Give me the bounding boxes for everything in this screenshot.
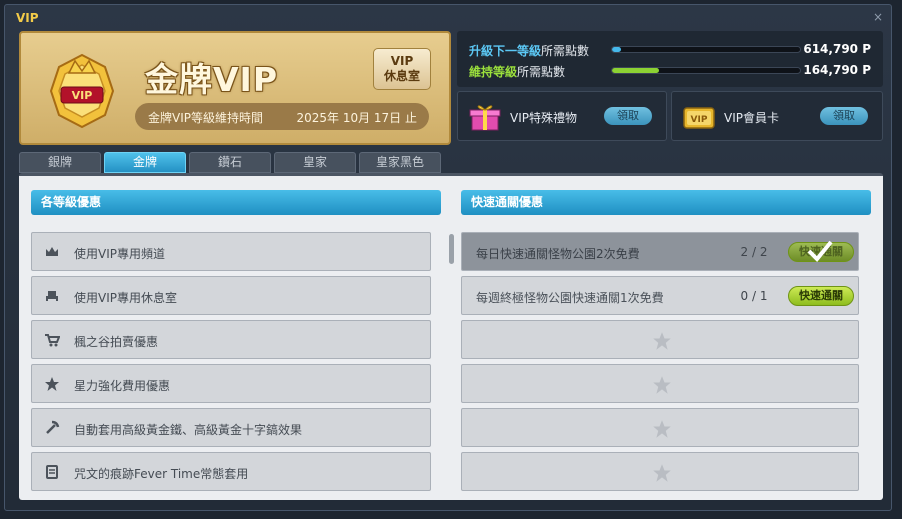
- window-title: VIP: [16, 11, 39, 25]
- tab-royal[interactable]: 皇家: [274, 152, 356, 173]
- gift-box-icon: [469, 105, 501, 131]
- star-placeholder-icon: [653, 332, 671, 350]
- tier-title: 金牌VIP: [145, 60, 279, 99]
- cart-icon: [45, 334, 60, 347]
- star-placeholder-icon: [653, 420, 671, 438]
- empty-slot: [461, 364, 859, 403]
- upgrade-points-row: 升級下一等級所需點數 614,790 P: [469, 42, 871, 58]
- fast-clear-count: 0 / 1: [740, 289, 768, 303]
- maintain-progress-bar: [611, 67, 801, 74]
- upgrade-label-rest: 所需點數: [541, 44, 590, 58]
- benefit-label: 咒文的痕跡Fever Time常態套用: [74, 467, 249, 481]
- fast-clear-row: 每週終極怪物公園快速通關1次免費 0 / 1 快速通關: [461, 276, 859, 315]
- upgrade-progress-fill: [612, 47, 622, 52]
- claim-card-button[interactable]: 領取: [820, 107, 868, 125]
- check-icon: [807, 240, 833, 262]
- tab-gold[interactable]: 金牌: [104, 152, 186, 173]
- star-icon: [45, 377, 59, 391]
- vip-card-label: VIP會員卡: [724, 111, 779, 125]
- lounge-button-line1: VIP: [390, 54, 414, 68]
- maintain-label-rest: 所需點數: [517, 65, 566, 79]
- benefit-label: 自動套用高級黃金鐵、高級黃金十字鎬效果: [74, 423, 303, 437]
- benefit-item: 咒文的痕跡Fever Time常態套用: [31, 452, 431, 491]
- benefit-item: 使用VIP專用休息室: [31, 276, 431, 315]
- benefits-scrollbar[interactable]: [449, 234, 454, 264]
- tier-benefits-header: 各等級優惠: [31, 190, 441, 215]
- lounge-button-line2: 休息室: [383, 69, 420, 83]
- armchair-icon: [46, 291, 58, 301]
- gold-vip-medal-icon: VIP: [49, 53, 115, 129]
- tab-silver[interactable]: 銀牌: [19, 152, 101, 173]
- upgrade-progress-bar: [611, 46, 801, 53]
- maintain-progress-fill: [612, 68, 659, 73]
- upgrade-points-value: 614,790 P: [803, 42, 871, 56]
- benefit-item: 楓之谷拍賣優惠: [31, 320, 431, 359]
- empty-slot: [461, 408, 859, 447]
- vip-tier-card: VIP 金牌VIP VIP 休息室 金牌VIP等級維持時間 2025年 10月 …: [19, 31, 451, 145]
- maintain-label-highlight: 維持等級: [469, 65, 518, 79]
- star-placeholder-icon: [653, 376, 671, 394]
- star-placeholder-icon: [653, 464, 671, 482]
- svg-text:VIP: VIP: [72, 89, 93, 102]
- vip-card-panel: VIP VIP會員卡 領取: [671, 91, 883, 141]
- benefit-item: 自動套用高級黃金鐵、高級黃金十字鎬效果: [31, 408, 431, 447]
- crown-icon: [46, 247, 58, 256]
- benefits-content: 各等級優惠 快速通關優惠 使用VIP專用頻道 使用VIP專用休息室 楓之谷拍賣優…: [19, 173, 883, 500]
- empty-slot: [461, 452, 859, 491]
- fast-clear-count: 2 / 2: [740, 245, 768, 259]
- vip-card-icon: VIP: [683, 107, 715, 129]
- fast-clear-label: 每日快速通關怪物公園2次免費: [476, 247, 640, 261]
- vip-lounge-button[interactable]: VIP 休息室: [373, 48, 431, 90]
- tab-royal-black[interactable]: 皇家黑色: [359, 152, 441, 173]
- pickaxe-icon: [46, 420, 60, 434]
- benefit-item: 星力強化費用優惠: [31, 364, 431, 403]
- close-icon[interactable]: ×: [873, 10, 883, 24]
- upgrade-label-highlight: 升級下一等級: [469, 44, 542, 58]
- fast-clear-label: 每週終極怪物公園快速通關1次免費: [476, 291, 664, 305]
- vip-window: VIP × VIP 金牌VIP VIP 休息室 金牌VIP等級維持時間 2025…: [4, 4, 892, 511]
- tab-diamond[interactable]: 鑽石: [189, 152, 271, 173]
- benefit-label: 使用VIP專用頻道: [74, 247, 165, 261]
- scroll-icon: [46, 465, 58, 479]
- fast-clear-button[interactable]: 快速通關: [788, 286, 854, 306]
- benefit-label: 星力強化費用優惠: [74, 379, 171, 393]
- maintain-points-row: 維持等級所需點數 164,790 P: [469, 63, 871, 79]
- points-progress-panel: 升級下一等級所需點數 614,790 P 維持等級所需點數 164,790 P: [457, 31, 883, 87]
- benefit-label: 楓之谷拍賣優惠: [74, 335, 159, 349]
- expire-label: 金牌VIP等級維持時間: [148, 111, 263, 125]
- fast-clear-header: 快速通關優惠: [461, 190, 871, 215]
- empty-slot: [461, 320, 859, 359]
- fast-clear-row: 每日快速通關怪物公園2次免費 2 / 2 快速通關: [461, 232, 859, 271]
- benefit-label: 使用VIP專用休息室: [74, 291, 177, 305]
- benefit-item: 使用VIP專用頻道: [31, 232, 431, 271]
- tier-expire-bar: 金牌VIP等級維持時間 2025年 10月 17日 止: [135, 103, 429, 130]
- claim-gift-button[interactable]: 領取: [604, 107, 652, 125]
- expire-date: 2025年 10月 17日 止: [296, 111, 417, 125]
- vip-gift-label: VIP特殊禮物: [510, 111, 577, 125]
- svg-text:VIP: VIP: [691, 115, 708, 125]
- maintain-points-value: 164,790 P: [803, 63, 871, 77]
- vip-gift-panel: VIP特殊禮物 領取: [457, 91, 667, 141]
